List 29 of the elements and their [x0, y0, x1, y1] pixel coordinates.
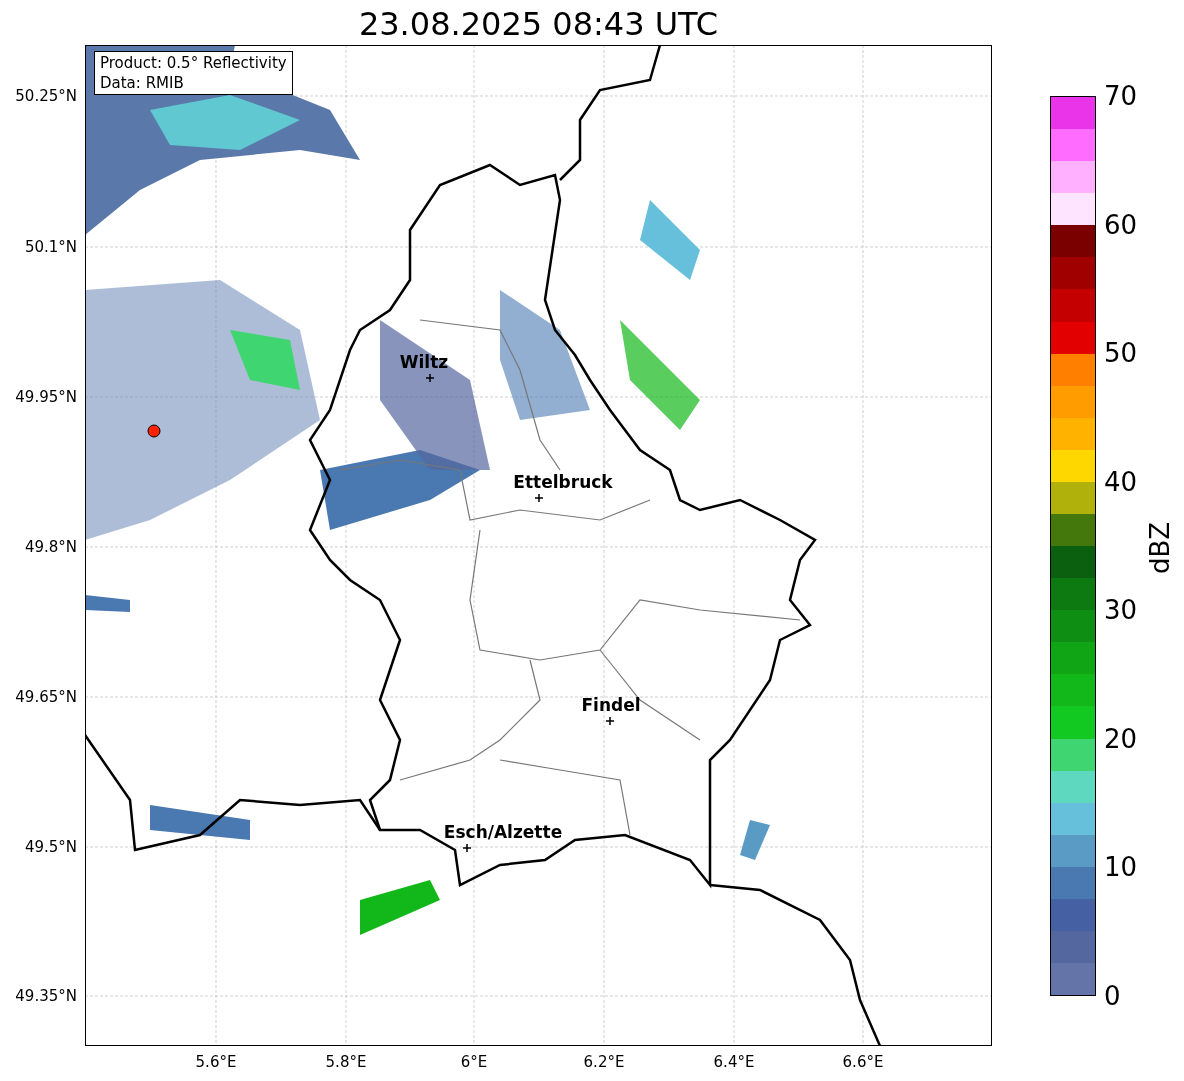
- colorbar-label: dBZ: [1145, 521, 1175, 575]
- city-label: Findel: [581, 695, 641, 715]
- info-text: Data: RMIB: [100, 73, 185, 93]
- lat-tick-label: 49.65°N: [15, 688, 77, 706]
- colorbar-tick-label: 40: [1104, 466, 1138, 497]
- chart-title: 23.08.2025 08:43 UTC: [357, 4, 720, 44]
- lon-tick-label: 6°E: [460, 1053, 488, 1071]
- lon-tick-label: 6.2°E: [583, 1053, 625, 1071]
- lat-tick-label: 50.1°N: [24, 238, 77, 256]
- lat-tick-label: 50.25°N: [15, 87, 77, 105]
- city-label: Ettelbruck: [513, 472, 613, 492]
- lon-tick-label: 5.8°E: [325, 1053, 367, 1071]
- colorbar-tick-label: 70: [1104, 81, 1138, 111]
- lat-tick-label: 49.5°N: [24, 838, 77, 856]
- lon-tick-label: 6.4°E: [713, 1053, 755, 1071]
- city-label: Esch/Alzette: [443, 822, 563, 842]
- info-text: Product: 0.5° Reflectivity: [100, 53, 287, 73]
- lat-tick-label: 49.8°N: [24, 538, 77, 556]
- colorbar-tick-label: 50: [1104, 338, 1138, 369]
- colorbar-tick-label: 20: [1104, 723, 1138, 754]
- colorbar-tick-label: 0: [1104, 981, 1121, 1011]
- lon-tick-label: 5.6°E: [195, 1053, 237, 1071]
- lat-tick-label: 49.95°N: [15, 388, 77, 406]
- lat-tick-label: 49.35°N: [15, 987, 77, 1005]
- city-label: Wiltz: [399, 352, 449, 372]
- lon-tick-label: 6.6°E: [842, 1053, 884, 1071]
- colorbar-tick-label: 60: [1104, 209, 1138, 240]
- colorbar-tick-label: 10: [1104, 852, 1138, 883]
- colorbar-tick-label: 30: [1104, 595, 1138, 626]
